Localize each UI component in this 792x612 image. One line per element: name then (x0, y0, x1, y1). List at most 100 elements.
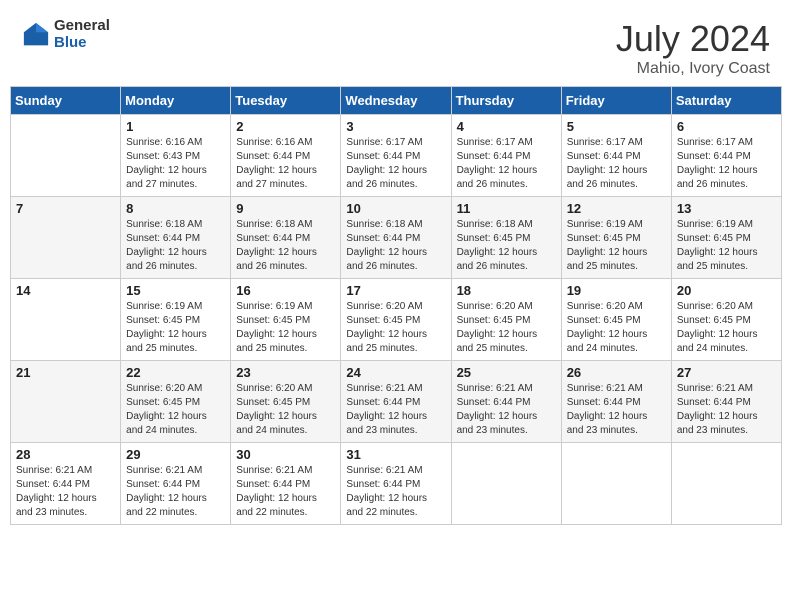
day-number: 26 (567, 365, 666, 380)
day-info: Sunrise: 6:17 AMSunset: 6:44 PMDaylight:… (346, 136, 445, 192)
day-number: 1 (126, 119, 225, 134)
day-info: Sunrise: 6:21 AMSunset: 6:44 PMDaylight:… (16, 464, 115, 520)
day-info: Sunrise: 6:20 AMSunset: 6:45 PMDaylight:… (677, 300, 776, 356)
day-info: Sunrise: 6:21 AMSunset: 6:44 PMDaylight:… (567, 382, 666, 438)
day-number: 10 (346, 201, 445, 216)
day-number: 3 (346, 119, 445, 134)
day-cell: 1 Sunrise: 6:16 AMSunset: 6:43 PMDaylight… (121, 115, 231, 197)
day-number: 4 (457, 119, 556, 134)
day-cell: 16Sunrise: 6:19 AMSunset: 6:45 PMDayligh… (231, 279, 341, 361)
week-row-5: 28 Sunrise: 6:21 AMSunset: 6:44 PMDayligh… (11, 443, 782, 525)
day-number: 28 (16, 447, 115, 462)
day-info: Sunrise: 6:19 AMSunset: 6:45 PMDaylight:… (236, 300, 335, 356)
col-header-wednesday: Wednesday (341, 87, 451, 115)
day-number: 27 (677, 365, 776, 380)
day-number: 2 (236, 119, 335, 134)
day-cell (671, 443, 781, 525)
day-number: 24 (346, 365, 445, 380)
day-info: Sunrise: 6:17 AMSunset: 6:44 PMDaylight:… (457, 136, 556, 192)
day-cell: 23Sunrise: 6:20 AMSunset: 6:45 PMDayligh… (231, 361, 341, 443)
day-info: Sunrise: 6:20 AMSunset: 6:45 PMDaylight:… (457, 300, 556, 356)
day-info: Sunrise: 6:20 AMSunset: 6:45 PMDaylight:… (567, 300, 666, 356)
day-info: Sunrise: 6:19 AMSunset: 6:45 PMDaylight:… (677, 218, 776, 274)
day-cell: 17Sunrise: 6:20 AMSunset: 6:45 PMDayligh… (341, 279, 451, 361)
day-cell: 4 Sunrise: 6:17 AMSunset: 6:44 PMDaylight… (451, 115, 561, 197)
day-number: 31 (346, 447, 445, 462)
logo-general: General (54, 18, 110, 35)
col-header-saturday: Saturday (671, 87, 781, 115)
day-cell: 21 (11, 361, 121, 443)
day-number: 29 (126, 447, 225, 462)
day-cell: 2 Sunrise: 6:16 AMSunset: 6:44 PMDaylight… (231, 115, 341, 197)
day-cell: 14 (11, 279, 121, 361)
week-row-3: 14 15 Sunrise: 6:19 AMSunset: 6:45 PMDayli… (11, 279, 782, 361)
day-number: 9 (236, 201, 335, 216)
day-cell: 20Sunrise: 6:20 AMSunset: 6:45 PMDayligh… (671, 279, 781, 361)
day-number: 22 (126, 365, 225, 380)
day-number: 23 (236, 365, 335, 380)
day-number: 11 (457, 201, 556, 216)
day-info: Sunrise: 6:16 AMSunset: 6:44 PMDaylight:… (236, 136, 335, 192)
day-cell: 11 Sunrise: 6:18 AMSunset: 6:45 PMDayligh… (451, 197, 561, 279)
calendar-table: SundayMondayTuesdayWednesdayThursdayFrid… (10, 86, 782, 525)
day-cell: 26 Sunrise: 6:21 AMSunset: 6:44 PMDayligh… (561, 361, 671, 443)
week-row-1: 1 Sunrise: 6:16 AMSunset: 6:43 PMDaylight… (11, 115, 782, 197)
day-info: Sunrise: 6:18 AMSunset: 6:45 PMDaylight:… (457, 218, 556, 274)
day-cell: 25Sunrise: 6:21 AMSunset: 6:44 PMDayligh… (451, 361, 561, 443)
day-number: 8 (126, 201, 225, 216)
day-cell: 24 Sunrise: 6:21 AMSunset: 6:44 PMDayligh… (341, 361, 451, 443)
day-cell (561, 443, 671, 525)
title-section: July 2024 Mahio, Ivory Coast (616, 18, 770, 78)
day-number: 15 (126, 283, 225, 298)
day-info: Sunrise: 6:21 AMSunset: 6:44 PMDaylight:… (677, 382, 776, 438)
day-cell: 28 Sunrise: 6:21 AMSunset: 6:44 PMDayligh… (11, 443, 121, 525)
day-info: Sunrise: 6:20 AMSunset: 6:45 PMDaylight:… (126, 382, 225, 438)
day-cell (451, 443, 561, 525)
day-info: Sunrise: 6:17 AMSunset: 6:44 PMDaylight:… (567, 136, 666, 192)
day-info: Sunrise: 6:19 AMSunset: 6:45 PMDaylight:… (567, 218, 666, 274)
day-cell: 30Sunrise: 6:21 AMSunset: 6:44 PMDayligh… (231, 443, 341, 525)
month-year-title: July 2024 (616, 18, 770, 60)
day-number: 19 (567, 283, 666, 298)
col-header-thursday: Thursday (451, 87, 561, 115)
week-row-4: 21 22 Sunrise: 6:20 AMSunset: 6:45 PMDayli… (11, 361, 782, 443)
day-info: Sunrise: 6:21 AMSunset: 6:44 PMDaylight:… (457, 382, 556, 438)
day-cell: 5 Sunrise: 6:17 AMSunset: 6:44 PMDaylight… (561, 115, 671, 197)
day-info: Sunrise: 6:21 AMSunset: 6:44 PMDaylight:… (236, 464, 335, 520)
day-info: Sunrise: 6:18 AMSunset: 6:44 PMDaylight:… (126, 218, 225, 274)
day-cell: 15 Sunrise: 6:19 AMSunset: 6:45 PMDayligh… (121, 279, 231, 361)
day-cell: 13Sunrise: 6:19 AMSunset: 6:45 PMDayligh… (671, 197, 781, 279)
col-header-friday: Friday (561, 87, 671, 115)
day-info: Sunrise: 6:17 AMSunset: 6:44 PMDaylight:… (677, 136, 776, 192)
day-info: Sunrise: 6:19 AMSunset: 6:45 PMDaylight:… (126, 300, 225, 356)
day-number: 17 (346, 283, 445, 298)
col-header-sunday: Sunday (11, 87, 121, 115)
col-header-monday: Monday (121, 87, 231, 115)
day-info: Sunrise: 6:21 AMSunset: 6:44 PMDaylight:… (126, 464, 225, 520)
day-cell: 31Sunrise: 6:21 AMSunset: 6:44 PMDayligh… (341, 443, 451, 525)
day-cell: 19 Sunrise: 6:20 AMSunset: 6:45 PMDayligh… (561, 279, 671, 361)
location-subtitle: Mahio, Ivory Coast (616, 60, 770, 78)
page-header: General Blue July 2024 Mahio, Ivory Coas… (10, 10, 782, 82)
day-info: Sunrise: 6:18 AMSunset: 6:44 PMDaylight:… (236, 218, 335, 274)
day-cell: 22 Sunrise: 6:20 AMSunset: 6:45 PMDayligh… (121, 361, 231, 443)
day-number: 6 (677, 119, 776, 134)
day-cell: 8 Sunrise: 6:18 AMSunset: 6:44 PMDaylight… (121, 197, 231, 279)
day-cell (11, 115, 121, 197)
day-info: Sunrise: 6:16 AMSunset: 6:43 PMDaylight:… (126, 136, 225, 192)
logo-icon (22, 21, 50, 49)
day-cell: 9 Sunrise: 6:18 AMSunset: 6:44 PMDaylight… (231, 197, 341, 279)
day-number: 12 (567, 201, 666, 216)
day-number: 14 (16, 283, 115, 298)
day-number: 7 (16, 201, 115, 216)
day-number: 18 (457, 283, 556, 298)
logo-blue: Blue (54, 35, 110, 52)
day-cell: 6 Sunrise: 6:17 AMSunset: 6:44 PMDaylight… (671, 115, 781, 197)
day-cell: 12 Sunrise: 6:19 AMSunset: 6:45 PMDayligh… (561, 197, 671, 279)
day-cell: 29 Sunrise: 6:21 AMSunset: 6:44 PMDayligh… (121, 443, 231, 525)
day-cell: 7 (11, 197, 121, 279)
day-number: 5 (567, 119, 666, 134)
day-cell: 10 Sunrise: 6:18 AMSunset: 6:44 PMDayligh… (341, 197, 451, 279)
day-info: Sunrise: 6:18 AMSunset: 6:44 PMDaylight:… (346, 218, 445, 274)
day-info: Sunrise: 6:21 AMSunset: 6:44 PMDaylight:… (346, 382, 445, 438)
